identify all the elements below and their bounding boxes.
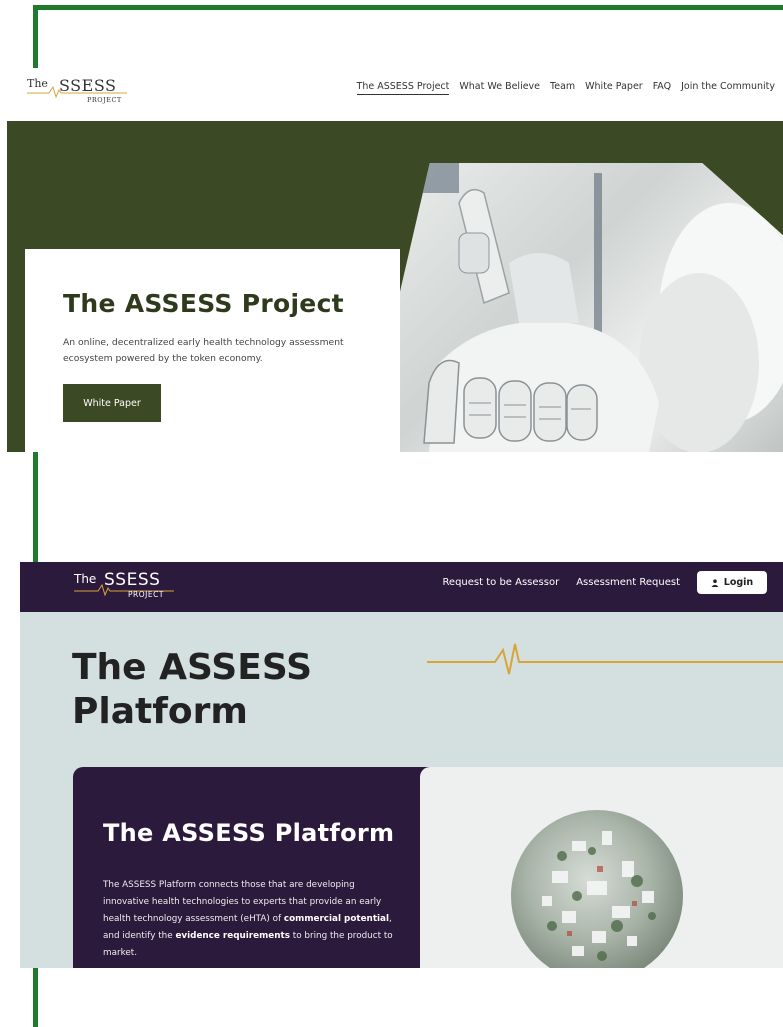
platform-card: The ASSESS Platform The ASSESS Platform … [73,767,783,968]
nav-team[interactable]: Team [550,81,575,95]
hero-section: The ASSESS Project An online, decentrali… [7,121,783,452]
platform-header: The SSESS PROJECT Request to be Assessor… [20,562,783,612]
frame-left-border [33,968,38,1027]
logo-main: SSESS [104,570,161,590]
nav-what-we-believe[interactable]: What We Believe [459,81,540,95]
white-paper-button[interactable]: White Paper [63,384,161,422]
assess-logo[interactable]: The SSESS PROJECT [74,568,174,604]
desc-bold-evidence: evidence requirements [175,931,290,941]
assess-project-screenshot: The SSESS PROJECT The ASSESS Project Wha… [7,68,783,452]
main-nav: The ASSESS Project What We Believe Team … [356,81,775,95]
card-description: The ASSESS Platform connects those that … [103,877,393,962]
nav-white-paper[interactable]: White Paper [585,81,643,95]
card-title: The ASSESS Platform [103,819,395,847]
frame-top-border [33,5,783,10]
page-title: The ASSESS Platform [72,647,313,732]
frame-left-border [33,452,38,562]
city-globe-image [511,810,683,968]
robot-hand-illustration [409,163,783,452]
hero-card: The ASSESS Project An online, decentrali… [25,249,400,452]
nav-assess-project[interactable]: The ASSESS Project [356,81,450,95]
assess-platform-screenshot: The SSESS PROJECT Request to be Assessor… [20,562,783,968]
site-header: The SSESS PROJECT The ASSESS Project Wha… [7,68,783,121]
robot-hand-image [399,163,783,452]
user-icon [711,578,719,587]
nav-assessment-request[interactable]: Assessment Request [576,577,680,588]
nav-join-community[interactable]: Join the Community [681,81,775,95]
logo-project: PROJECT [128,590,164,599]
login-button[interactable]: Login [697,571,767,594]
login-label: Login [723,577,754,588]
hero-title: The ASSESS Project [63,289,344,318]
heartbeat-line-icon [427,643,783,675]
logo-project: PROJECT [87,96,122,104]
nav-request-assessor[interactable]: Request to be Assessor [442,577,559,588]
logo-main: SSESS [59,76,117,95]
platform-nav: Request to be Assessor Assessment Reques… [442,571,767,594]
hero-description: An online, decentralized early health te… [63,337,344,364]
globe-image-panel [420,767,783,968]
nav-faq[interactable]: FAQ [653,81,671,95]
desc-bold-commercial: commercial potential [283,914,389,924]
assess-logo[interactable]: The SSESS PROJECT [27,74,127,110]
